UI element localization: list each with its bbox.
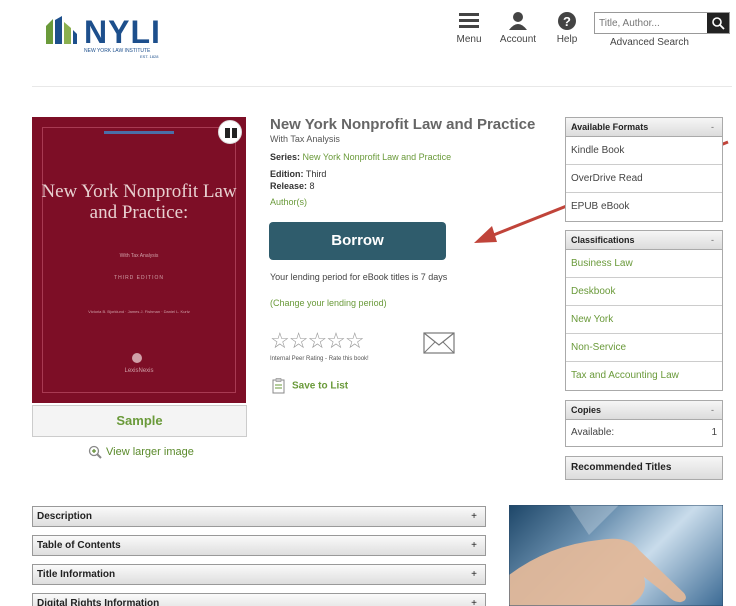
search-button[interactable] bbox=[707, 13, 729, 33]
view-larger-label: View larger image bbox=[106, 445, 194, 458]
collapse-icon: - bbox=[711, 235, 714, 245]
classification-link[interactable]: Deskbook bbox=[566, 278, 722, 306]
series-label: Series: bbox=[270, 152, 301, 162]
nyli-logo[interactable]: NYLI NEW YORK LAW INSTITUTE EST. 1828 bbox=[44, 14, 164, 59]
classification-link[interactable]: New York bbox=[566, 306, 722, 334]
ebook-badge bbox=[218, 120, 242, 144]
header-divider bbox=[32, 86, 732, 87]
cover-publisher: LexisNexis bbox=[124, 368, 154, 374]
available-label: Available: bbox=[571, 427, 615, 438]
copies-panel: Copies - Available: 1 bbox=[565, 400, 723, 447]
search-icon bbox=[712, 17, 725, 30]
promo-image[interactable] bbox=[509, 505, 723, 606]
collapse-icon: - bbox=[711, 405, 714, 415]
logo-text: NYLI bbox=[84, 14, 161, 50]
menu-icon bbox=[459, 13, 479, 28]
menu-button[interactable]: Menu bbox=[452, 12, 486, 45]
classifications-header[interactable]: Classifications - bbox=[566, 231, 722, 250]
available-formats-title: Available Formats bbox=[571, 122, 649, 132]
book-cover[interactable]: New York Nonprofit Law and Practice: Wit… bbox=[32, 117, 246, 403]
help-button[interactable]: ? Help bbox=[552, 12, 582, 45]
change-lending-period-link[interactable]: (Change your lending period) bbox=[270, 298, 387, 308]
touch-hand-image bbox=[509, 505, 723, 606]
logo-established: EST. 1828 bbox=[140, 54, 159, 59]
cover-authors: Victoria B. Bjorklund · James J. Fishman… bbox=[88, 309, 190, 314]
accordion-label: Digital Rights Information bbox=[37, 598, 160, 606]
classifications-panel: Classifications - Business Law Deskbook … bbox=[565, 230, 723, 391]
book-title: New York Nonprofit Law and Practice bbox=[270, 116, 536, 133]
copies-available-row: Available: 1 bbox=[566, 420, 722, 446]
series-link[interactable]: New York Nonprofit Law and Practice bbox=[303, 152, 452, 162]
release-label: Release: bbox=[270, 181, 308, 191]
expand-icon: + bbox=[471, 569, 477, 580]
release-value: 8 bbox=[309, 181, 315, 191]
copies-title: Copies bbox=[571, 405, 602, 415]
copies-header[interactable]: Copies - bbox=[566, 401, 722, 420]
authors-link[interactable]: Author(s) bbox=[270, 197, 307, 207]
classifications-title: Classifications bbox=[571, 235, 635, 245]
search-input[interactable] bbox=[599, 16, 705, 31]
menu-label: Menu bbox=[456, 34, 482, 45]
classification-link[interactable]: Business Law bbox=[566, 250, 722, 278]
cover-subtitle: With Tax Analysis bbox=[119, 253, 159, 259]
logo-mark-icon bbox=[46, 16, 77, 44]
svg-text:?: ? bbox=[563, 14, 571, 29]
lending-period-text: Your lending period for eBook titles is … bbox=[270, 272, 448, 282]
available-formats-panel: Available Formats - Kindle Book OverDriv… bbox=[565, 117, 723, 222]
zoom-in-icon bbox=[88, 445, 102, 459]
table-of-contents-accordion[interactable]: Table of Contents + bbox=[32, 535, 486, 556]
accordion-label: Description bbox=[37, 511, 93, 522]
help-icon: ? bbox=[558, 12, 576, 30]
recommended-titles-header[interactable]: Recommended Titles bbox=[565, 456, 723, 480]
format-item[interactable]: Kindle Book bbox=[566, 137, 722, 165]
book-series: Series: New York Nonprofit Law and Pract… bbox=[270, 152, 451, 162]
sample-button[interactable]: Sample bbox=[32, 405, 247, 437]
expand-icon: + bbox=[471, 511, 477, 522]
book-release: Release: 8 bbox=[270, 181, 315, 191]
expand-icon: + bbox=[471, 540, 477, 551]
expand-icon: + bbox=[471, 598, 477, 606]
account-label: Account bbox=[499, 34, 537, 45]
book-icon bbox=[225, 128, 237, 138]
format-item[interactable]: EPUB eBook bbox=[566, 193, 722, 221]
save-to-list-button[interactable]: Save to List bbox=[272, 378, 348, 394]
edition-label: Edition: bbox=[270, 169, 304, 179]
book-subtitle: With Tax Analysis bbox=[270, 134, 340, 144]
cover-accent-bar bbox=[104, 131, 174, 134]
advanced-search-link[interactable]: Advanced Search bbox=[610, 37, 689, 48]
save-to-list-label: Save to List bbox=[292, 380, 349, 392]
collapse-icon: - bbox=[711, 122, 714, 132]
format-item[interactable]: OverDrive Read bbox=[566, 165, 722, 193]
borrow-button[interactable]: Borrow bbox=[269, 222, 446, 260]
rating-label: Internal Peer Rating - Rate this book! bbox=[270, 356, 369, 362]
cover-title: New York Nonprofit Law and Practice: bbox=[41, 181, 237, 223]
description-accordion[interactable]: Description + bbox=[32, 506, 486, 527]
accordion-label: Table of Contents bbox=[37, 540, 121, 551]
help-label: Help bbox=[556, 34, 578, 45]
available-formats-header[interactable]: Available Formats - bbox=[566, 118, 722, 137]
email-button[interactable] bbox=[423, 332, 455, 359]
view-larger-image-link[interactable]: View larger image bbox=[88, 445, 194, 459]
classification-link[interactable]: Non-Service bbox=[566, 334, 722, 362]
user-icon bbox=[509, 12, 527, 30]
accordion-label: Title Information bbox=[37, 569, 116, 580]
account-button[interactable]: Account bbox=[498, 12, 538, 45]
envelope-icon bbox=[423, 332, 455, 354]
available-count: 1 bbox=[711, 427, 717, 438]
publisher-logo-icon bbox=[132, 353, 142, 363]
title-information-accordion[interactable]: Title Information + bbox=[32, 564, 486, 585]
star-rating[interactable]: ☆☆☆☆☆ bbox=[270, 330, 365, 352]
book-edition: Edition: Third bbox=[270, 169, 326, 179]
clipboard-icon bbox=[272, 378, 285, 394]
classification-link[interactable]: Tax and Accounting Law bbox=[566, 362, 722, 390]
digital-rights-accordion[interactable]: Digital Rights Information + bbox=[32, 593, 486, 606]
cover-edition: THIRD EDITION bbox=[114, 275, 164, 281]
edition-value: Third bbox=[305, 169, 327, 179]
search-box bbox=[594, 12, 730, 34]
